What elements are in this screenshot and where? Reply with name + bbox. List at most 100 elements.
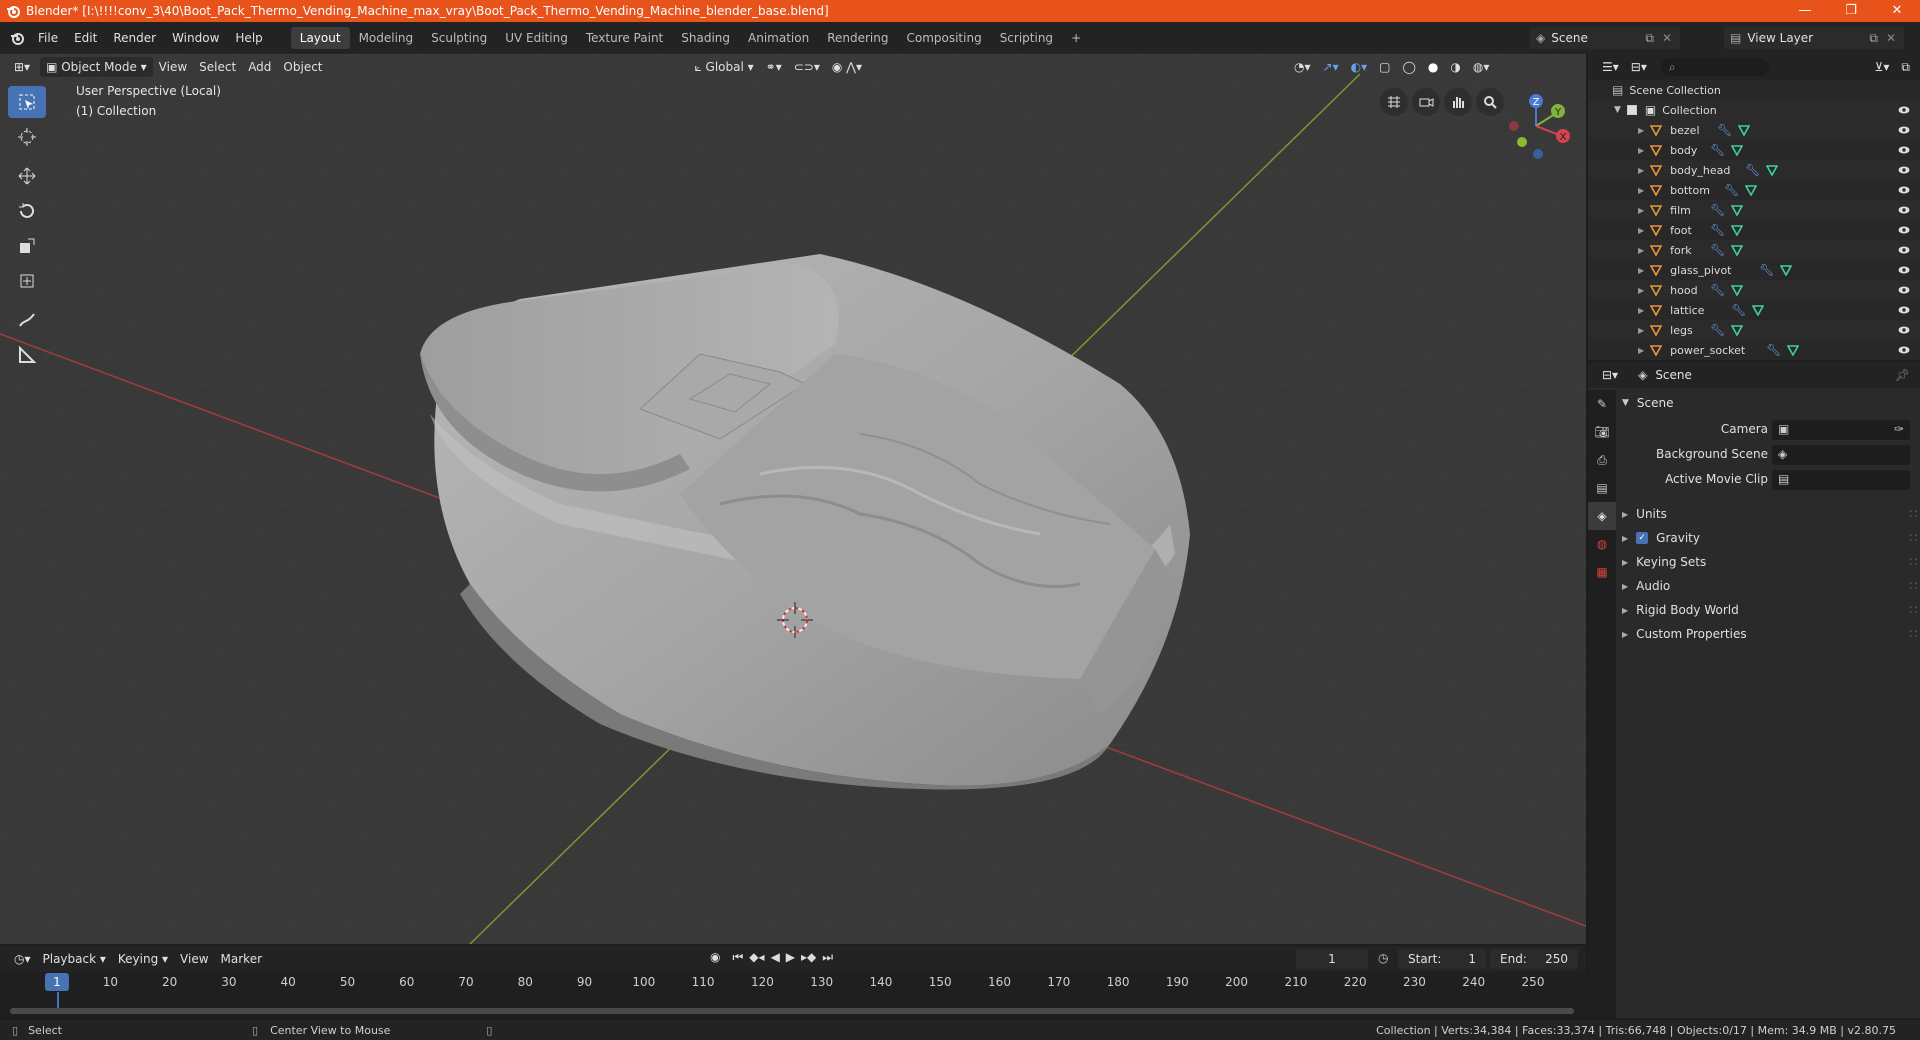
- drag-handle-icon[interactable]: ∷: [1909, 603, 1917, 617]
- expand-object-icon[interactable]: ▶: [1638, 346, 1644, 355]
- scene-properties-tab-icon[interactable]: ◈: [1588, 502, 1616, 530]
- mesh-data-icon[interactable]: [1780, 264, 1793, 276]
- preview-range-icon[interactable]: ◷: [1378, 951, 1388, 965]
- blender-menu-icon[interactable]: [10, 31, 24, 45]
- modifier-wrench-icon[interactable]: 🔧︎: [1731, 303, 1746, 317]
- scene-panel-header[interactable]: ▼ Scene: [1622, 396, 1674, 410]
- subpanel-gravity[interactable]: ▶ ✓ Gravity ∷: [1622, 531, 1917, 545]
- mesh-data-icon[interactable]: [1731, 144, 1744, 156]
- current-frame-field[interactable]: 1: [1296, 949, 1368, 969]
- expand-subpanel-icon[interactable]: ▶: [1622, 606, 1628, 615]
- menu-help[interactable]: Help: [227, 27, 270, 49]
- measure-tool-icon[interactable]: [8, 339, 46, 371]
- outliner-row-glass-pivot[interactable]: ▶ glass_pivot 🔧︎: [1588, 260, 1920, 280]
- pan-view-icon[interactable]: [1444, 88, 1472, 116]
- drag-handle-icon[interactable]: ∷: [1909, 531, 1917, 545]
- tab-animation[interactable]: Animation: [739, 27, 818, 49]
- toggle-grid-view-icon[interactable]: [1380, 88, 1408, 116]
- wireframe-shading-icon[interactable]: ◯: [1396, 57, 1421, 77]
- jump-to-start-icon[interactable]: ⏮: [732, 950, 743, 965]
- modifier-wrench-icon[interactable]: 🔧︎: [1710, 203, 1725, 217]
- view-layer-selector[interactable]: ▤ View Layer ⧉ ✕: [1724, 27, 1904, 49]
- filter-icon[interactable]: ⊻▾: [1869, 57, 1896, 77]
- scale-tool-icon[interactable]: [8, 230, 46, 262]
- expand-subpanel-icon[interactable]: ▶: [1622, 534, 1628, 543]
- gravity-checkbox[interactable]: ✓: [1636, 532, 1649, 544]
- move-tool-icon[interactable]: [8, 160, 46, 192]
- jump-to-end-icon[interactable]: ⏭: [822, 950, 833, 965]
- render-properties-tab-icon[interactable]: 📷︎: [1588, 418, 1616, 446]
- mesh-data-icon[interactable]: [1731, 244, 1744, 256]
- outliner-row-hood[interactable]: ▶ hood 🔧︎: [1588, 280, 1920, 300]
- tab-shading[interactable]: Shading: [672, 27, 739, 49]
- 3d-viewport[interactable]: Z Y X ⊞▾ ▣ Object Mode ▾ View Select Add…: [0, 54, 1586, 944]
- modifier-wrench-icon[interactable]: 🔧︎: [1710, 223, 1725, 237]
- timeline-menu-playback[interactable]: Playback ▾: [37, 949, 112, 969]
- timeline-editor-type-icon[interactable]: ◷▾: [8, 949, 37, 969]
- expand-object-icon[interactable]: ▶: [1638, 206, 1644, 215]
- play-icon[interactable]: ▶: [786, 950, 795, 965]
- expand-object-icon[interactable]: ▶: [1638, 226, 1644, 235]
- eyedropper-icon[interactable]: ✑: [1894, 422, 1904, 436]
- close-button[interactable]: ✕: [1874, 0, 1920, 22]
- delete-scene-icon[interactable]: ✕: [1662, 31, 1672, 45]
- menu-edit[interactable]: Edit: [66, 27, 105, 49]
- tab-scripting[interactable]: Scripting: [991, 27, 1062, 49]
- timeline-ruler[interactable]: 1 10 20 30 40 50 60 70 80 90 100 110 120 130 140 150 160…: [0, 972, 1586, 992]
- eye-icon[interactable]: [1898, 346, 1910, 354]
- view-layer-properties-tab-icon[interactable]: ▤: [1588, 474, 1616, 502]
- tab-rendering[interactable]: Rendering: [818, 27, 897, 49]
- tab-modeling[interactable]: Modeling: [350, 27, 423, 49]
- end-frame-field[interactable]: End: 250: [1490, 949, 1578, 969]
- eye-icon[interactable]: [1898, 306, 1910, 314]
- outliner-row-fork[interactable]: ▶ fork 🔧︎: [1588, 240, 1920, 260]
- new-scene-icon[interactable]: ⧉: [1645, 31, 1654, 46]
- viewport-menu-object[interactable]: Object: [277, 57, 328, 77]
- rendered-shading-icon[interactable]: ◍▾: [1467, 57, 1496, 77]
- tab-sculpting[interactable]: Sculpting: [422, 27, 496, 49]
- eye-icon[interactable]: [1898, 246, 1910, 254]
- eye-icon[interactable]: [1898, 146, 1910, 154]
- gizmo-neg-z-axis[interactable]: [1533, 149, 1543, 159]
- mesh-data-icon[interactable]: [1766, 164, 1779, 176]
- timeline-menu-view[interactable]: View: [174, 949, 214, 969]
- modifier-wrench-icon[interactable]: 🔧︎: [1745, 163, 1760, 177]
- eye-icon[interactable]: [1898, 226, 1910, 234]
- expand-subpanel-icon[interactable]: ▶: [1622, 510, 1628, 519]
- modifier-wrench-icon[interactable]: 🔧︎: [1710, 143, 1725, 157]
- background-scene-field[interactable]: ◈: [1772, 445, 1910, 465]
- expand-object-icon[interactable]: ▶: [1638, 246, 1644, 255]
- editor-type-icon[interactable]: ⊞▾: [8, 57, 36, 77]
- drag-handle-icon[interactable]: ∷: [1909, 555, 1917, 569]
- jump-to-keyframe-prev-icon[interactable]: ◆◂: [749, 950, 764, 965]
- select-box-tool-icon[interactable]: [8, 86, 46, 118]
- menu-window[interactable]: Window: [164, 27, 227, 49]
- mesh-data-icon[interactable]: [1731, 284, 1744, 296]
- rotate-tool-icon[interactable]: [8, 195, 46, 227]
- modifier-wrench-icon[interactable]: 🔧︎: [1710, 323, 1725, 337]
- world-properties-tab-icon[interactable]: ◍: [1588, 530, 1616, 558]
- tab-texture-paint[interactable]: Texture Paint: [577, 27, 672, 49]
- mesh-data-icon[interactable]: [1745, 184, 1758, 196]
- texture-properties-tab-icon[interactable]: ▦: [1588, 558, 1616, 586]
- expand-object-icon[interactable]: ▶: [1638, 326, 1644, 335]
- viewport-menu-view[interactable]: View: [153, 57, 193, 77]
- modifier-wrench-icon[interactable]: 🔧︎: [1717, 123, 1732, 137]
- outliner-row-film[interactable]: ▶ film 🔧︎: [1588, 200, 1920, 220]
- expand-subpanel-icon[interactable]: ▶: [1622, 630, 1628, 639]
- jump-to-keyframe-next-icon[interactable]: ▸◆: [801, 950, 816, 965]
- properties-editor-type-icon[interactable]: ⊟▾: [1596, 365, 1624, 385]
- modifier-wrench-icon[interactable]: 🔧︎: [1759, 263, 1774, 277]
- camera-view-icon[interactable]: [1412, 88, 1440, 116]
- timeline-scrollbar[interactable]: [10, 1008, 1574, 1014]
- expand-subpanel-icon[interactable]: ▶: [1622, 558, 1628, 567]
- outliner-row-scene-collection[interactable]: ▤ Scene Collection: [1588, 80, 1920, 100]
- collection-checkbox[interactable]: [1626, 105, 1637, 115]
- solid-shading-icon[interactable]: ●: [1422, 57, 1444, 77]
- mesh-data-icon[interactable]: [1787, 344, 1800, 356]
- outliner-row-collection[interactable]: ▼ ▣ Collection: [1588, 100, 1920, 120]
- cursor-tool-icon[interactable]: [8, 121, 46, 153]
- start-frame-field[interactable]: Start: 1: [1398, 949, 1486, 969]
- eye-icon[interactable]: [1898, 126, 1910, 134]
- mesh-data-icon[interactable]: [1731, 324, 1744, 336]
